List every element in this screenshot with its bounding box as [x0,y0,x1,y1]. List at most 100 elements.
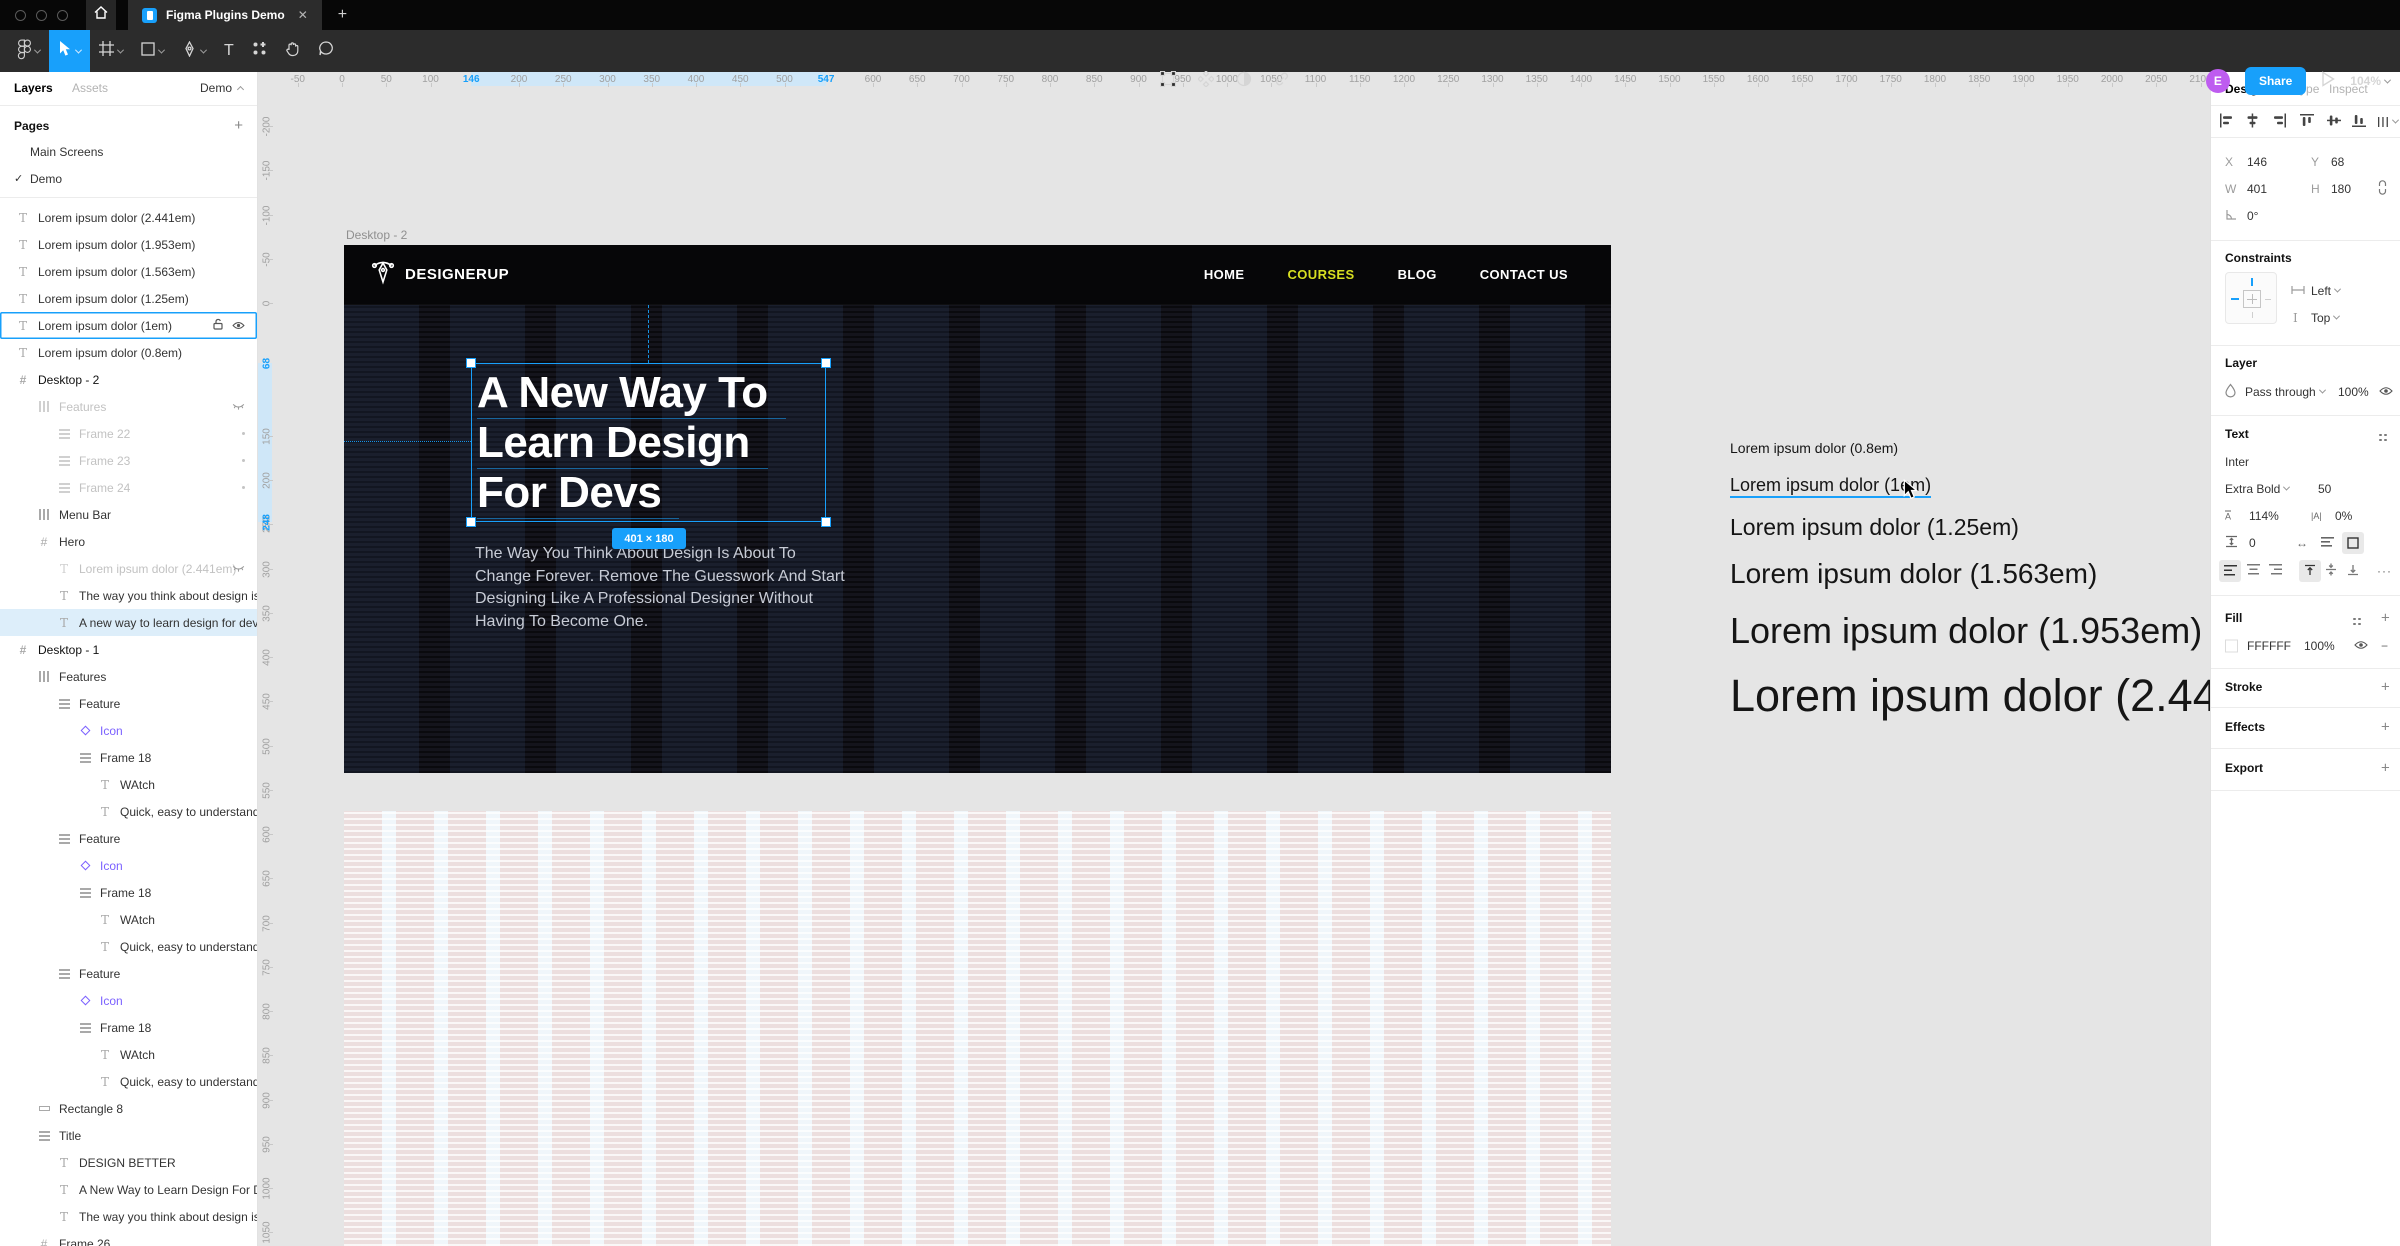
maximize-window-button[interactable] [57,9,68,21]
type-details-button[interactable]: ··· [2377,564,2392,578]
nav-item-contact-us[interactable]: CONTACT US [1480,267,1568,282]
layer-row[interactable]: T Lorem ipsum dolor (1.953em) [0,231,257,258]
selection-handle-bottom-left[interactable] [466,517,476,527]
close-tab-icon[interactable]: ✕ [298,8,308,22]
type-sample[interactable]: Lorem ipsum dolor (0.8em) [1730,440,1898,456]
font-family-dropdown[interactable]: Inter [2225,455,2249,469]
layer-row[interactable]: Frame 23 [0,447,257,474]
text-valign-bottom-icon[interactable] [2347,563,2359,579]
fill-color-swatch[interactable] [2225,639,2238,652]
y-value-field[interactable]: 68 [2331,155,2344,169]
comment-tool-button[interactable] [309,30,343,72]
distribute-dropdown[interactable] [2377,115,2400,129]
tab-assets[interactable]: Assets [72,81,108,95]
pen-tool-button[interactable] [173,30,215,72]
layer-row[interactable]: T WAtch [0,771,257,798]
align-horizontal-center-icon[interactable] [2245,113,2260,130]
layer-row[interactable]: T The way you think about design is abo..… [0,1203,257,1230]
file-tab[interactable]: Figma Plugins Demo ✕ [128,0,322,30]
nav-item-blog[interactable]: BLOG [1398,267,1437,282]
nav-item-courses[interactable]: COURSES [1287,267,1354,282]
fill-opacity-field[interactable]: 100% [2304,639,2335,653]
layer-row[interactable]: T DESIGN BETTER [0,1149,257,1176]
new-tab-button[interactable]: + [338,6,347,24]
frame-name-label[interactable]: Desktop - 2 [346,228,407,242]
page-dropdown[interactable]: Demo [200,81,245,95]
selection-handle-top-left[interactable] [466,358,476,368]
page-item-demo[interactable]: ✓ Demo [0,165,257,192]
add-stroke-button[interactable]: + [2381,678,2390,695]
layer-row[interactable]: T Lorem ipsum dolor (2.441em) [0,555,257,582]
align-vertical-center-icon[interactable] [2327,113,2341,131]
minimize-window-button[interactable] [36,9,47,21]
line-height-field[interactable]: 114% [2249,509,2279,523]
blend-mode-dropdown[interactable]: Pass through [2245,385,2326,399]
paragraph-spacing-field[interactable]: 0 [2249,536,2256,550]
home-button[interactable] [86,0,116,30]
add-fill-button[interactable]: + [2381,609,2390,626]
hero-paragraph[interactable]: The Way You Think About Design Is About … [475,543,845,633]
share-button[interactable]: Share [2244,67,2307,95]
layer-row[interactable]: Icon [0,852,257,879]
shape-tool-button[interactable] [132,30,173,72]
align-left-icon[interactable] [2219,113,2234,130]
main-menu-button[interactable] [6,30,49,72]
present-button[interactable] [2321,70,2336,92]
layer-row[interactable]: Frame 18 [0,879,257,906]
layer-row[interactable]: Feature [0,960,257,987]
text-valign-middle-icon[interactable] [2325,563,2337,579]
use-as-mask-icon[interactable] [1236,71,1252,92]
canvas[interactable]: -50 0 50 100 200 250 300 350 400 450 500 600 650 700 7… [258,72,2210,1246]
zoom-level-dropdown[interactable]: 104% [2350,74,2392,88]
fixed-size-icon[interactable] [2342,531,2364,554]
tab-layers[interactable]: Layers [14,81,53,95]
text-align-right-icon[interactable] [2269,563,2282,578]
fill-hex-field[interactable]: FFFFFF [2247,639,2291,653]
layer-opacity-field[interactable]: 100% [2338,385,2369,399]
layer-row[interactable]: T The way you think about design is abo..… [0,582,257,609]
remove-fill-button[interactable]: − [2381,639,2388,653]
page-item-main-screens[interactable]: Main Screens [0,138,257,165]
layer-row[interactable]: T A new way to learn design for devs [0,609,257,636]
site-logo[interactable]: DESIGNERUP [370,258,509,291]
x-value-field[interactable]: 146 [2247,155,2267,169]
layer-row[interactable]: Feature [0,690,257,717]
layer-row[interactable]: T Lorem ipsum dolor (1.25em) [0,285,257,312]
eye-icon[interactable] [232,319,245,333]
layer-row[interactable]: Feature [0,825,257,852]
layer-row[interactable]: T Lorem ipsum dolor (0.8em) [0,339,257,366]
auto-width-icon[interactable]: ↔ [2296,536,2308,550]
font-size-field[interactable]: 50 [2318,482,2331,496]
layer-row[interactable]: Icon [0,987,257,1014]
eye-icon[interactable] [2354,639,2368,653]
nav-item-home[interactable]: HOME [1204,267,1245,282]
w-value-field[interactable]: 401 [2247,182,2267,196]
design-menu-bar[interactable]: DESIGNERUP HOME COURSES BLOG CONTACT US [344,245,1611,305]
vertical-constraint-dropdown[interactable]: Top [2311,311,2341,325]
rotation-value-field[interactable]: 0° [2247,209,2258,223]
unlock-icon[interactable] [212,318,224,333]
layer-row[interactable]: Frame 22 [0,420,257,447]
create-link-icon[interactable] [1274,71,1290,92]
layer-row[interactable]: T Lorem ipsum dolor (2.441em) [0,204,257,231]
layer-row[interactable]: Icon [0,717,257,744]
layer-row[interactable]: T Lorem ipsum dolor (1em) [0,312,257,339]
layer-row[interactable]: T Lorem ipsum dolor (1.563em) [0,258,257,285]
design-frame-desktop-1-grid[interactable] [344,811,1611,1246]
add-effect-button[interactable]: + [2381,718,2390,735]
resources-button[interactable] [243,30,276,72]
window-controls[interactable] [15,9,68,21]
selection-handle-top-right[interactable] [821,358,831,368]
hidden-eye-icon[interactable] [232,400,245,414]
layer-row[interactable]: Menu Bar [0,501,257,528]
layer-row[interactable]: # Hero [0,528,257,555]
text-align-left-icon[interactable] [2219,559,2241,582]
layer-row[interactable]: Frame 24 [0,474,257,501]
layer-row[interactable]: T Quick, easy to understand ma... [0,933,257,960]
selection-bounding-box[interactable] [471,363,826,522]
edit-object-icon[interactable] [1159,70,1177,92]
layer-row[interactable]: # Desktop - 1 [0,636,257,663]
align-bottom-icon[interactable] [2352,113,2366,131]
type-sample[interactable]: Lorem ipsum dolor (1.25em) [1730,514,2019,541]
text-align-center-icon[interactable] [2247,563,2260,578]
